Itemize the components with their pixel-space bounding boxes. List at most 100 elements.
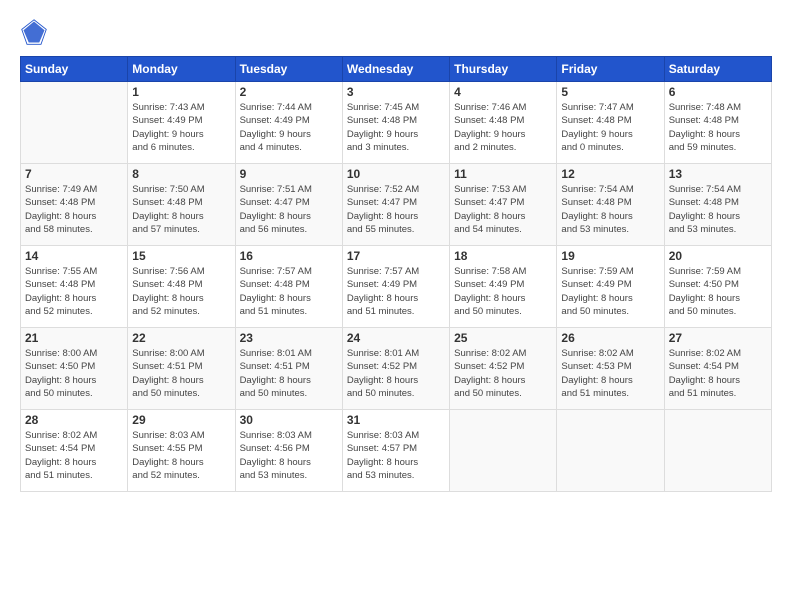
day-info: Sunrise: 7:57 AM Sunset: 4:49 PM Dayligh… xyxy=(347,265,445,318)
logo xyxy=(20,18,52,46)
day-number: 6 xyxy=(669,85,767,99)
day-info: Sunrise: 7:51 AM Sunset: 4:47 PM Dayligh… xyxy=(240,183,338,236)
calendar-cell: 19 Sunrise: 7:59 AM Sunset: 4:49 PM Dayli… xyxy=(557,246,664,328)
day-info: Sunrise: 7:53 AM Sunset: 4:47 PM Dayligh… xyxy=(454,183,552,236)
day-info: Sunrise: 7:59 AM Sunset: 4:50 PM Dayligh… xyxy=(669,265,767,318)
calendar-week-0: 1 Sunrise: 7:43 AM Sunset: 4:49 PM Daylig… xyxy=(21,82,772,164)
day-number: 7 xyxy=(25,167,123,181)
day-info: Sunrise: 8:02 AM Sunset: 4:53 PM Dayligh… xyxy=(561,347,659,400)
day-number: 16 xyxy=(240,249,338,263)
page: SundayMondayTuesdayWednesdayThursdayFrid… xyxy=(0,0,792,612)
calendar-cell: 18Sunrise: 7:58 AM Sunset: 4:49 PM Dayli… xyxy=(450,246,557,328)
calendar-week-2: 14 Sunrise: 7:55 AM Sunset: 4:48 PM Dayli… xyxy=(21,246,772,328)
day-info: Sunrise: 7:58 AM Sunset: 4:49 PM Dayligh… xyxy=(454,265,552,318)
calendar-cell: 10 Sunrise: 7:52 AM Sunset: 4:47 PM Dayli… xyxy=(342,164,449,246)
day-number: 17 xyxy=(347,249,445,263)
day-info: Sunrise: 7:55 AM Sunset: 4:48 PM Dayligh… xyxy=(25,265,123,318)
day-number: 10 xyxy=(347,167,445,181)
col-header-wednesday: Wednesday xyxy=(342,57,449,82)
day-info: Sunrise: 7:54 AM Sunset: 4:48 PM Dayligh… xyxy=(669,183,767,236)
day-info: Sunrise: 8:02 AM Sunset: 4:54 PM Dayligh… xyxy=(669,347,767,400)
day-info: Sunrise: 7:47 AM Sunset: 4:48 PM Dayligh… xyxy=(561,101,659,154)
day-number: 22 xyxy=(132,331,230,345)
day-number: 5 xyxy=(561,85,659,99)
day-info: Sunrise: 7:59 AM Sunset: 4:49 PM Dayligh… xyxy=(561,265,659,318)
col-header-saturday: Saturday xyxy=(664,57,771,82)
day-info: Sunrise: 7:44 AM Sunset: 4:49 PM Dayligh… xyxy=(240,101,338,154)
day-info: Sunrise: 8:01 AM Sunset: 4:52 PM Dayligh… xyxy=(347,347,445,400)
day-info: Sunrise: 8:03 AM Sunset: 4:56 PM Dayligh… xyxy=(240,429,338,482)
day-info: Sunrise: 8:00 AM Sunset: 4:50 PM Dayligh… xyxy=(25,347,123,400)
col-header-monday: Monday xyxy=(128,57,235,82)
calendar: SundayMondayTuesdayWednesdayThursdayFrid… xyxy=(20,56,772,492)
calendar-week-4: 28Sunrise: 8:02 AM Sunset: 4:54 PM Dayli… xyxy=(21,410,772,492)
day-number: 20 xyxy=(669,249,767,263)
day-number: 26 xyxy=(561,331,659,345)
calendar-cell: 29 Sunrise: 8:03 AM Sunset: 4:55 PM Dayli… xyxy=(128,410,235,492)
calendar-cell: 21 Sunrise: 8:00 AM Sunset: 4:50 PM Dayli… xyxy=(21,328,128,410)
day-number: 23 xyxy=(240,331,338,345)
day-info: Sunrise: 8:03 AM Sunset: 4:55 PM Dayligh… xyxy=(132,429,230,482)
calendar-cell: 1 Sunrise: 7:43 AM Sunset: 4:49 PM Daylig… xyxy=(128,82,235,164)
day-info: Sunrise: 7:50 AM Sunset: 4:48 PM Dayligh… xyxy=(132,183,230,236)
day-number: 9 xyxy=(240,167,338,181)
calendar-cell: 16 Sunrise: 7:57 AM Sunset: 4:48 PM Dayli… xyxy=(235,246,342,328)
day-number: 11 xyxy=(454,167,552,181)
day-info: Sunrise: 8:03 AM Sunset: 4:57 PM Dayligh… xyxy=(347,429,445,482)
calendar-week-3: 21 Sunrise: 8:00 AM Sunset: 4:50 PM Dayli… xyxy=(21,328,772,410)
calendar-cell xyxy=(450,410,557,492)
day-number: 14 xyxy=(25,249,123,263)
day-info: Sunrise: 7:46 AM Sunset: 4:48 PM Dayligh… xyxy=(454,101,552,154)
day-number: 8 xyxy=(132,167,230,181)
day-number: 25 xyxy=(454,331,552,345)
calendar-cell: 7 Sunrise: 7:49 AM Sunset: 4:48 PM Daylig… xyxy=(21,164,128,246)
day-info: Sunrise: 8:01 AM Sunset: 4:51 PM Dayligh… xyxy=(240,347,338,400)
calendar-cell: 26 Sunrise: 8:02 AM Sunset: 4:53 PM Dayli… xyxy=(557,328,664,410)
col-header-thursday: Thursday xyxy=(450,57,557,82)
day-info: Sunrise: 7:45 AM Sunset: 4:48 PM Dayligh… xyxy=(347,101,445,154)
calendar-cell: 28Sunrise: 8:02 AM Sunset: 4:54 PM Dayli… xyxy=(21,410,128,492)
day-info: Sunrise: 7:57 AM Sunset: 4:48 PM Dayligh… xyxy=(240,265,338,318)
calendar-cell: 9 Sunrise: 7:51 AM Sunset: 4:47 PM Daylig… xyxy=(235,164,342,246)
calendar-cell: 13 Sunrise: 7:54 AM Sunset: 4:48 PM Dayli… xyxy=(664,164,771,246)
day-info: Sunrise: 7:48 AM Sunset: 4:48 PM Dayligh… xyxy=(669,101,767,154)
col-header-tuesday: Tuesday xyxy=(235,57,342,82)
calendar-cell xyxy=(21,82,128,164)
calendar-cell: 12 Sunrise: 7:54 AM Sunset: 4:48 PM Dayli… xyxy=(557,164,664,246)
calendar-cell: 30Sunrise: 8:03 AM Sunset: 4:56 PM Dayli… xyxy=(235,410,342,492)
day-info: Sunrise: 7:52 AM Sunset: 4:47 PM Dayligh… xyxy=(347,183,445,236)
day-info: Sunrise: 8:00 AM Sunset: 4:51 PM Dayligh… xyxy=(132,347,230,400)
calendar-header-row: SundayMondayTuesdayWednesdayThursdayFrid… xyxy=(21,57,772,82)
day-number: 12 xyxy=(561,167,659,181)
day-info: Sunrise: 8:02 AM Sunset: 4:52 PM Dayligh… xyxy=(454,347,552,400)
day-number: 31 xyxy=(347,413,445,427)
calendar-cell: 17 Sunrise: 7:57 AM Sunset: 4:49 PM Dayli… xyxy=(342,246,449,328)
col-header-friday: Friday xyxy=(557,57,664,82)
day-info: Sunrise: 7:49 AM Sunset: 4:48 PM Dayligh… xyxy=(25,183,123,236)
calendar-cell: 20 Sunrise: 7:59 AM Sunset: 4:50 PM Dayli… xyxy=(664,246,771,328)
day-number: 4 xyxy=(454,85,552,99)
day-number: 27 xyxy=(669,331,767,345)
day-number: 15 xyxy=(132,249,230,263)
calendar-week-1: 7 Sunrise: 7:49 AM Sunset: 4:48 PM Daylig… xyxy=(21,164,772,246)
calendar-cell xyxy=(557,410,664,492)
day-info: Sunrise: 8:02 AM Sunset: 4:54 PM Dayligh… xyxy=(25,429,123,482)
day-number: 29 xyxy=(132,413,230,427)
calendar-cell: 3Sunrise: 7:45 AM Sunset: 4:48 PM Daylig… xyxy=(342,82,449,164)
calendar-cell: 31 Sunrise: 8:03 AM Sunset: 4:57 PM Dayli… xyxy=(342,410,449,492)
day-info: Sunrise: 7:43 AM Sunset: 4:49 PM Dayligh… xyxy=(132,101,230,154)
calendar-cell: 15 Sunrise: 7:56 AM Sunset: 4:48 PM Dayli… xyxy=(128,246,235,328)
day-number: 21 xyxy=(25,331,123,345)
day-info: Sunrise: 7:54 AM Sunset: 4:48 PM Dayligh… xyxy=(561,183,659,236)
day-info: Sunrise: 7:56 AM Sunset: 4:48 PM Dayligh… xyxy=(132,265,230,318)
logo-icon xyxy=(20,18,48,46)
calendar-cell: 27 Sunrise: 8:02 AM Sunset: 4:54 PM Dayli… xyxy=(664,328,771,410)
day-number: 1 xyxy=(132,85,230,99)
calendar-cell: 6 Sunrise: 7:48 AM Sunset: 4:48 PM Daylig… xyxy=(664,82,771,164)
calendar-cell: 11 Sunrise: 7:53 AM Sunset: 4:47 PM Dayli… xyxy=(450,164,557,246)
day-number: 19 xyxy=(561,249,659,263)
calendar-cell: 14 Sunrise: 7:55 AM Sunset: 4:48 PM Dayli… xyxy=(21,246,128,328)
calendar-cell: 22 Sunrise: 8:00 AM Sunset: 4:51 PM Dayli… xyxy=(128,328,235,410)
calendar-cell xyxy=(664,410,771,492)
day-number: 13 xyxy=(669,167,767,181)
